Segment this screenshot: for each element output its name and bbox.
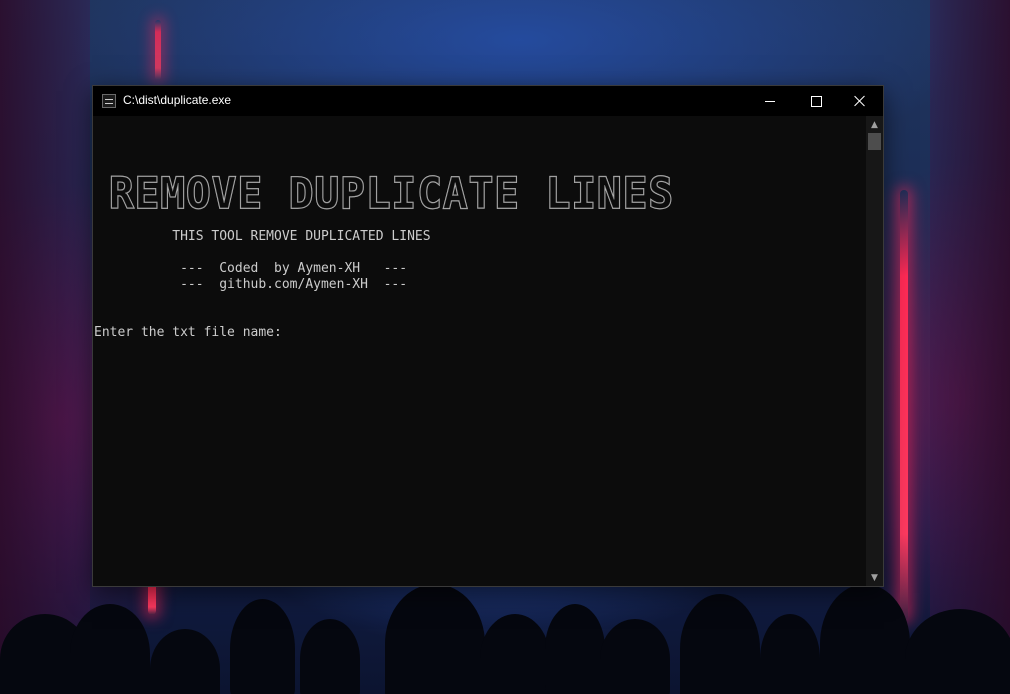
console-line-github: --- github.com/Aymen-XH --- [94,277,408,292]
close-button[interactable] [837,86,883,116]
maximize-button[interactable] [793,86,839,116]
console-line-description: THIS TOOL REMOVE DUPLICATED LINES [94,229,431,244]
maximize-icon [810,95,822,107]
console-window: C:\dist\duplicate.exe REMOVE DUPLICATE L… [92,85,884,587]
wallpaper-light-beam [155,20,161,80]
wallpaper-crowd [0,574,1010,694]
console-line-credit: --- Coded by Aymen-XH --- [94,261,408,276]
window-titlebar[interactable]: C:\dist\duplicate.exe [93,86,883,116]
wallpaper-light-beam [900,190,908,620]
close-icon [854,95,866,107]
scrollbar-thumb[interactable] [868,133,881,150]
minimize-button[interactable] [747,86,793,116]
scroll-up-icon[interactable]: ▲ [866,116,883,133]
minimize-icon [765,100,775,102]
scroll-down-icon[interactable]: ▼ [866,569,883,586]
ascii-banner: REMOVE DUPLICATE LINES REMOVE DUPLICATE … [108,167,675,219]
vertical-scrollbar[interactable]: ▲ ▼ [866,116,883,586]
window-title: C:\dist\duplicate.exe [123,93,232,107]
console-prompt[interactable]: Enter the txt file name: [94,325,282,341]
console-output[interactable]: REMOVE DUPLICATE LINES REMOVE DUPLICATE … [93,116,866,586]
console-app-icon[interactable] [102,94,116,108]
